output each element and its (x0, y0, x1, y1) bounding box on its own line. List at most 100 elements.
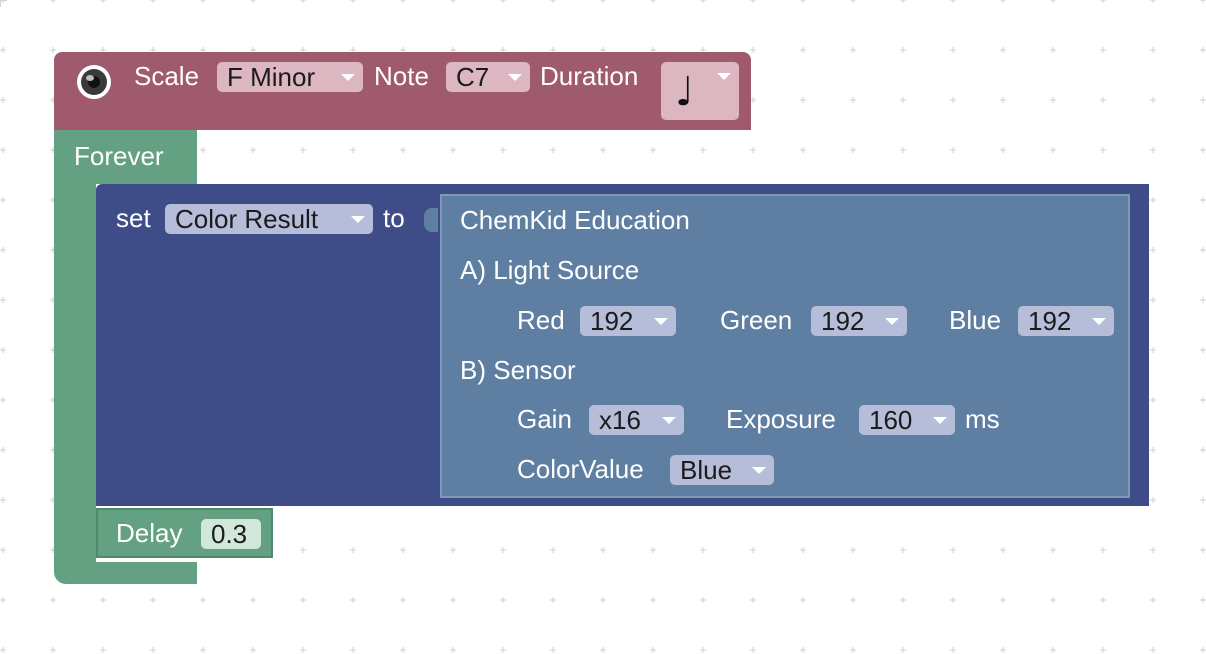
grid-mark (900, 647, 906, 653)
grid-mark (1050, 597, 1056, 603)
grid-mark (450, 597, 456, 603)
grid-mark (750, 0, 756, 3)
grid-mark (250, 147, 256, 153)
variable-value: Color Result (175, 204, 319, 234)
colorvalue-label: ColorValue (517, 454, 644, 484)
grid-mark (550, 647, 556, 653)
grid-mark (650, 147, 656, 153)
grid-mark (1150, 347, 1156, 353)
grid-mark (1000, 147, 1006, 153)
grid-mark (700, 0, 706, 3)
note-label: Note (374, 61, 429, 91)
grid-mark (950, 597, 956, 603)
scale-dropdown[interactable]: F Minor (217, 62, 363, 92)
exposure-dropdown[interactable]: 160 (859, 405, 955, 435)
grid-mark (400, 597, 406, 603)
grid-mark (1200, 0, 1206, 3)
grid-mark (350, 597, 356, 603)
grid-mark (300, 0, 306, 3)
chevron-down-icon (508, 74, 522, 81)
grid-mark (350, 547, 356, 553)
duration-label: Duration (540, 61, 639, 91)
exposure-unit: ms (965, 404, 1000, 434)
grid-mark (1200, 547, 1206, 553)
grid-mark (650, 547, 656, 553)
red-dropdown[interactable]: 192 (580, 306, 676, 336)
grid-mark (1100, 547, 1106, 553)
grid-mark (150, 647, 156, 653)
chevron-down-icon (351, 216, 365, 223)
chevron-down-icon (885, 318, 899, 325)
grid-mark (0, 447, 6, 453)
grid-mark (800, 97, 806, 103)
grid-mark (1100, 647, 1106, 653)
blue-dropdown[interactable]: 192 (1018, 306, 1114, 336)
grid-mark (850, 47, 856, 53)
sensor-label: B) Sensor (460, 355, 576, 385)
gain-dropdown[interactable]: x16 (589, 405, 684, 435)
note-dropdown[interactable]: C7 (446, 62, 530, 92)
grid-mark (200, 0, 206, 3)
grid-mark (500, 0, 506, 3)
chemkid-block[interactable]: ChemKid Education A) Light Source Red 19… (440, 194, 1130, 498)
grid-mark (1050, 647, 1056, 653)
grid-mark (1200, 147, 1206, 153)
grid-mark (600, 647, 606, 653)
grid-mark (1200, 247, 1206, 253)
grid-mark (800, 647, 806, 653)
grid-mark (450, 647, 456, 653)
grid-mark (600, 547, 606, 553)
grid-mark (0, 97, 6, 103)
grid-mark (250, 0, 256, 3)
grid-mark (850, 597, 856, 603)
gain-label: Gain (517, 404, 572, 434)
variable-dropdown[interactable]: Color Result (165, 204, 373, 234)
grid-mark (1100, 97, 1106, 103)
grid-mark (1150, 0, 1156, 3)
delay-input[interactable]: 0.3 (201, 519, 261, 549)
grid-mark (0, 547, 6, 553)
grid-mark (900, 97, 906, 103)
green-dropdown[interactable]: 192 (811, 306, 907, 336)
music-note-block[interactable]: Scale F Minor Note C7 Duration ♩ (54, 52, 751, 130)
grid-mark (1150, 47, 1156, 53)
grid-mark (1050, 147, 1056, 153)
grid-mark (750, 147, 756, 153)
chevron-down-icon (752, 467, 766, 474)
grid-mark (1000, 97, 1006, 103)
grid-mark (250, 647, 256, 653)
grid-mark (450, 547, 456, 553)
grid-mark (800, 0, 806, 3)
grid-mark (300, 647, 306, 653)
grid-mark (700, 547, 706, 553)
colorvalue-dropdown[interactable]: Blue (670, 455, 774, 485)
grid-mark (1150, 247, 1156, 253)
duration-dropdown[interactable]: ♩ (661, 62, 739, 120)
delay-value: 0.3 (211, 519, 248, 549)
grid-mark (950, 0, 956, 3)
grid-mark (350, 147, 356, 153)
grid-mark (1200, 447, 1206, 453)
exposure-value: 160 (869, 405, 913, 435)
delay-block[interactable]: Delay 0.3 (96, 508, 273, 558)
grid-mark (500, 597, 506, 603)
speaker-icon (77, 65, 111, 99)
grid-mark (650, 647, 656, 653)
grid-mark (1150, 547, 1156, 553)
forever-block-spine (54, 184, 96, 562)
grid-mark (200, 647, 206, 653)
grid-mark (750, 647, 756, 653)
chevron-down-icon (1092, 318, 1106, 325)
set-variable-block[interactable]: set Color Result to ChemKid Education A)… (96, 184, 1149, 506)
grid-mark (50, 597, 56, 603)
grid-mark (50, 647, 56, 653)
chemkid-title: ChemKid Education (460, 205, 690, 235)
grid-mark (200, 147, 206, 153)
grid-mark (1000, 547, 1006, 553)
grid-mark (500, 147, 506, 153)
grid-mark (100, 647, 106, 653)
grid-mark (650, 597, 656, 603)
grid-mark (600, 597, 606, 603)
grid-mark (900, 597, 906, 603)
grid-mark (300, 597, 306, 603)
